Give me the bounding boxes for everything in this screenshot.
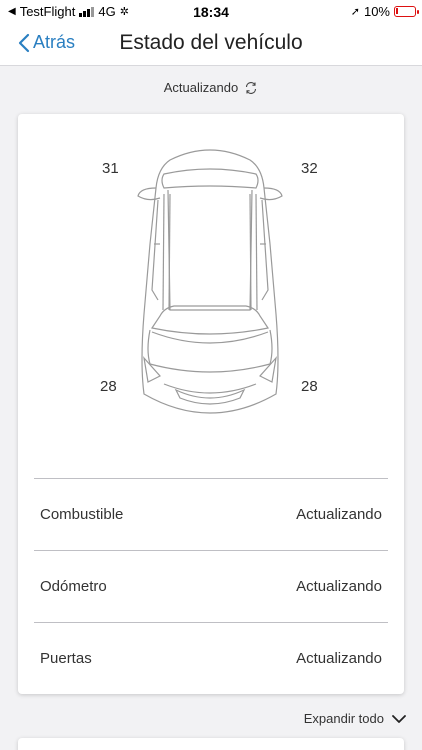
status-right: ➚ 10%	[350, 4, 419, 19]
location-arrow-icon: ➚	[350, 6, 360, 18]
vehicle-status-card: 31 32 28 28 Combustible Actualizando Odó…	[18, 114, 404, 694]
update-status-label: Actualizando	[163, 80, 239, 95]
tire-pressure-front-right: 32	[301, 160, 318, 177]
odometer-value: Actualizando	[296, 578, 382, 595]
nav-bar: Atrás Estado del vehículo	[0, 22, 422, 66]
page-title: Estado del vehículo	[119, 31, 303, 54]
fuel-value: Actualizando	[296, 506, 382, 523]
chevron-down-icon	[392, 714, 406, 723]
tire-pressure-rear-left: 28	[100, 378, 117, 395]
tire-pressure-front-left: 31	[102, 160, 119, 177]
status-bar: ◀ TestFlight 4G ✲ 18:34 ➚ 10%	[0, 0, 422, 22]
expand-all-label: Expandir todo	[303, 711, 384, 726]
tire-pressure-rear-right: 28	[301, 378, 318, 395]
status-row-fuel[interactable]: Combustible Actualizando	[34, 478, 388, 550]
battery-icon	[394, 6, 419, 17]
fuel-label: Combustible	[40, 506, 124, 523]
car-top-view-icon	[137, 149, 283, 414]
refresh-icon[interactable]	[244, 81, 258, 95]
expand-all-button[interactable]: Expandir todo	[304, 711, 406, 726]
doors-label: Puertas	[40, 650, 92, 667]
odometer-label: Odómetro	[40, 578, 107, 595]
next-card	[18, 738, 404, 750]
update-status: Actualizando	[0, 80, 422, 95]
status-row-doors[interactable]: Puertas Actualizando	[34, 622, 388, 694]
battery-percent: 10%	[363, 4, 390, 19]
status-row-odometer[interactable]: Odómetro Actualizando	[34, 550, 388, 622]
doors-value: Actualizando	[296, 650, 382, 667]
